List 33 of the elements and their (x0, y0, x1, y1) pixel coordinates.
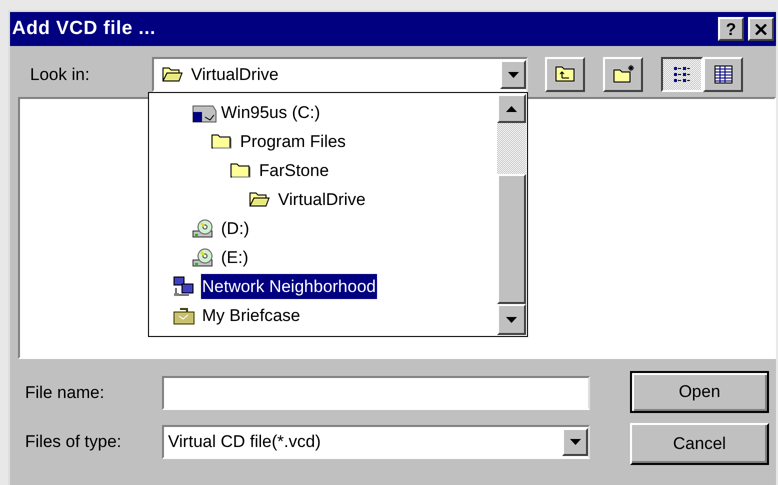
dialog-button[interactable]: Cancel (630, 423, 769, 465)
folder-list-item[interactable]: Program Files (239, 128, 347, 154)
folder-list-item[interactable]: (D:) (220, 216, 250, 242)
scrollbar[interactable] (497, 94, 526, 335)
scroll-up-icon[interactable] (497, 94, 526, 123)
new-folder-button[interactable] (603, 57, 643, 92)
scroll-thumb[interactable] (497, 174, 526, 304)
folder-list-item[interactable]: FarStone (258, 158, 330, 184)
window-title: Add VCD file ... (12, 16, 156, 41)
dialog-button[interactable]: Open (630, 371, 769, 413)
look-in-label: Look in: (30, 64, 91, 86)
list-view-icon (672, 64, 692, 85)
close-icon (755, 24, 767, 34)
list-view-button[interactable] (661, 57, 703, 92)
help-button[interactable]: ? (718, 17, 744, 41)
folder-list-item[interactable]: My Briefcase (201, 302, 302, 328)
file-name-label: File name: (25, 382, 106, 404)
file-name-field[interactable] (162, 376, 590, 410)
file-type-value: Virtual CD file(*.vcd) (168, 431, 322, 454)
folder-list-item[interactable]: VirtualDrive (277, 186, 367, 212)
look-in-value: VirtualDrive (191, 64, 280, 86)
folder-list-item[interactable]: Win95us (C:) (220, 100, 322, 126)
folder-list-item[interactable]: Network Neighborhood (201, 274, 377, 300)
close-button[interactable] (748, 17, 774, 41)
folder-list-item[interactable]: (E:) (220, 244, 250, 270)
details-view-button[interactable] (703, 57, 743, 92)
file-type-label: Files of type: (25, 431, 122, 454)
up-folder-button[interactable] (545, 57, 585, 92)
new-folder-icon (612, 64, 634, 85)
scroll-down-icon[interactable] (497, 304, 526, 335)
file-type-combo[interactable]: Virtual CD file(*.vcd) (162, 425, 590, 459)
details-view-icon (712, 64, 734, 85)
look-in-combo[interactable]: VirtualDrive (152, 57, 528, 92)
